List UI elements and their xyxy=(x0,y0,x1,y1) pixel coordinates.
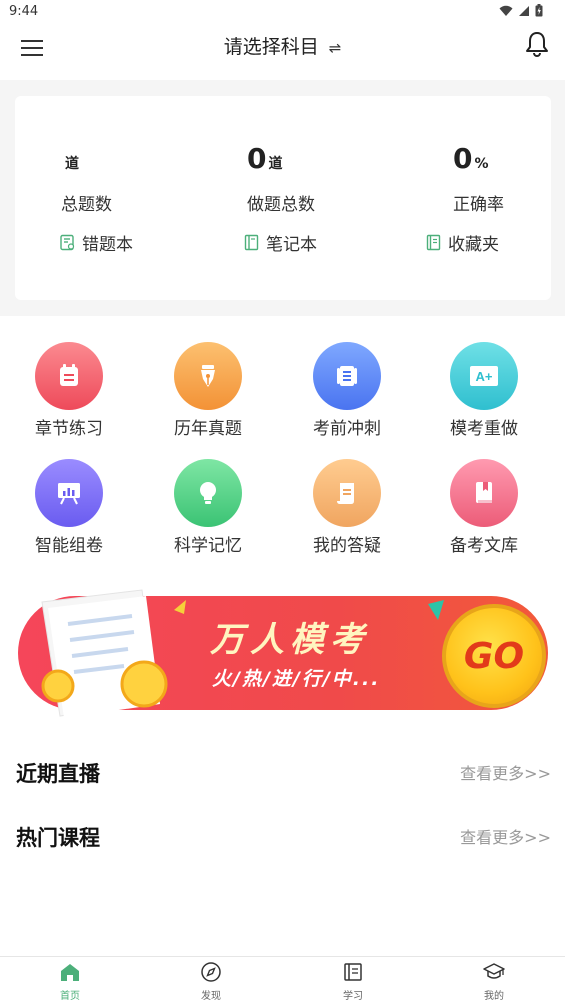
favorites-label: 收藏夹 xyxy=(448,235,499,255)
grid-label: 智能组卷 xyxy=(35,536,103,556)
tab-mine[interactable]: 我的 xyxy=(454,961,534,1002)
battery-icon xyxy=(535,4,543,17)
scroll-note-icon xyxy=(313,459,381,527)
done-value-number: 0 xyxy=(247,142,267,175)
swap-icon: ⇌ xyxy=(328,39,342,57)
favorites-book-icon xyxy=(426,234,441,251)
go-button[interactable]: GO xyxy=(442,604,546,708)
live-section-header: 近期直播 查看更多>> xyxy=(16,758,551,788)
bell-icon[interactable] xyxy=(523,30,551,58)
notebook-icon xyxy=(244,234,259,251)
grid-item-exam-library[interactable]: 备考文库 xyxy=(424,459,544,556)
svg-text:A+: A+ xyxy=(476,369,493,384)
notes-link[interactable]: 笔记本 xyxy=(243,230,317,255)
bottom-tab-bar: 首页 发现 学习 我的 xyxy=(0,956,565,1004)
grid-label: 备考文库 xyxy=(450,536,518,556)
stats-card: 道 总题数 0道 做题总数 0% 正确率 错题本 笔记本 收藏夹 xyxy=(15,96,551,300)
accuracy-value: 0% xyxy=(453,142,489,175)
accuracy-value-number: 0 xyxy=(453,142,473,175)
grid-item-my-qa[interactable]: 我的答疑 xyxy=(287,459,407,556)
done-value-unit: 道 xyxy=(268,156,283,172)
tab-home[interactable]: 首页 xyxy=(30,961,110,1002)
a-plus-icon: A+ xyxy=(450,342,518,410)
tab-label: 我的 xyxy=(484,991,504,1002)
tab-label: 首页 xyxy=(60,991,80,1002)
grid-item-science-memory[interactable]: 科学记忆 xyxy=(148,459,268,556)
book-icon xyxy=(450,459,518,527)
wrong-questions-label: 错题本 xyxy=(82,235,133,255)
notes-label: 笔记本 xyxy=(266,235,317,255)
courses-section-title: 热门课程 xyxy=(16,826,100,850)
grid-item-final-sprint[interactable]: 考前冲刺 xyxy=(287,342,407,439)
scroll-icon xyxy=(313,342,381,410)
tab-study[interactable]: 学习 xyxy=(313,961,393,1002)
grid-label: 历年真题 xyxy=(174,419,242,439)
signal-icon xyxy=(519,5,529,16)
grid-item-mock-redo[interactable]: A+ 模考重做 xyxy=(424,342,544,439)
courses-see-more-link[interactable]: 查看更多>> xyxy=(460,824,551,848)
tab-discover[interactable]: 发现 xyxy=(171,961,251,1002)
accuracy-label: 正确率 xyxy=(453,195,504,215)
compass-icon xyxy=(201,962,221,982)
banner-title: 万人模考 xyxy=(210,620,370,660)
tab-label: 发现 xyxy=(201,991,221,1002)
grid-label: 模考重做 xyxy=(450,419,518,439)
courses-section-header: 热门课程 查看更多>> xyxy=(16,822,551,852)
mock-exam-banner[interactable]: 万人模考 火/热/进/行/中... GO xyxy=(14,584,554,726)
notebook-icon xyxy=(344,963,362,981)
presentation-board-icon xyxy=(35,459,103,527)
exam-paper-illustration xyxy=(41,589,186,718)
wrong-book-icon xyxy=(60,234,75,251)
graduation-cap-icon xyxy=(483,963,505,979)
live-section-title: 近期直播 xyxy=(16,762,100,786)
grid-label: 我的答疑 xyxy=(313,536,381,556)
accuracy-value-unit: % xyxy=(474,156,489,172)
lightbulb-icon xyxy=(174,459,242,527)
grid-item-past-exams[interactable]: 历年真题 xyxy=(148,342,268,439)
grid-item-chapter-practice[interactable]: 章节练习 xyxy=(9,342,129,439)
wrong-questions-link[interactable]: 错题本 xyxy=(59,230,133,255)
total-value-unit: 道 xyxy=(65,156,79,172)
chapter-practice-icon xyxy=(35,342,103,410)
done-questions-label: 做题总数 xyxy=(247,195,315,215)
favorites-link[interactable]: 收藏夹 xyxy=(425,230,499,255)
total-questions-label: 总题数 xyxy=(61,195,112,215)
top-bar: 请选择科目 ⇌ xyxy=(0,24,565,80)
grid-label: 考前冲刺 xyxy=(313,419,381,439)
subject-selector[interactable]: 请选择科目 ⇌ xyxy=(0,32,565,59)
home-icon xyxy=(61,964,79,981)
grid-label: 科学记忆 xyxy=(174,536,242,556)
grid-label: 章节练习 xyxy=(35,419,103,439)
status-icons xyxy=(499,4,543,17)
banner-subtitle: 火/热/进/行/中... xyxy=(212,668,381,690)
total-questions-value: 道 xyxy=(63,142,79,175)
pen-nib-icon xyxy=(174,342,242,410)
live-see-more-link[interactable]: 查看更多>> xyxy=(460,760,551,784)
done-questions-value: 0道 xyxy=(247,142,282,175)
go-label: GO xyxy=(463,635,525,677)
wifi-icon xyxy=(499,5,513,16)
tab-label: 学习 xyxy=(343,991,363,1002)
page-title: 请选择科目 xyxy=(223,36,319,58)
status-time: 9:44 xyxy=(9,4,39,19)
status-bar: 9:44 xyxy=(0,0,565,24)
grid-item-smart-paper[interactable]: 智能组卷 xyxy=(9,459,129,556)
